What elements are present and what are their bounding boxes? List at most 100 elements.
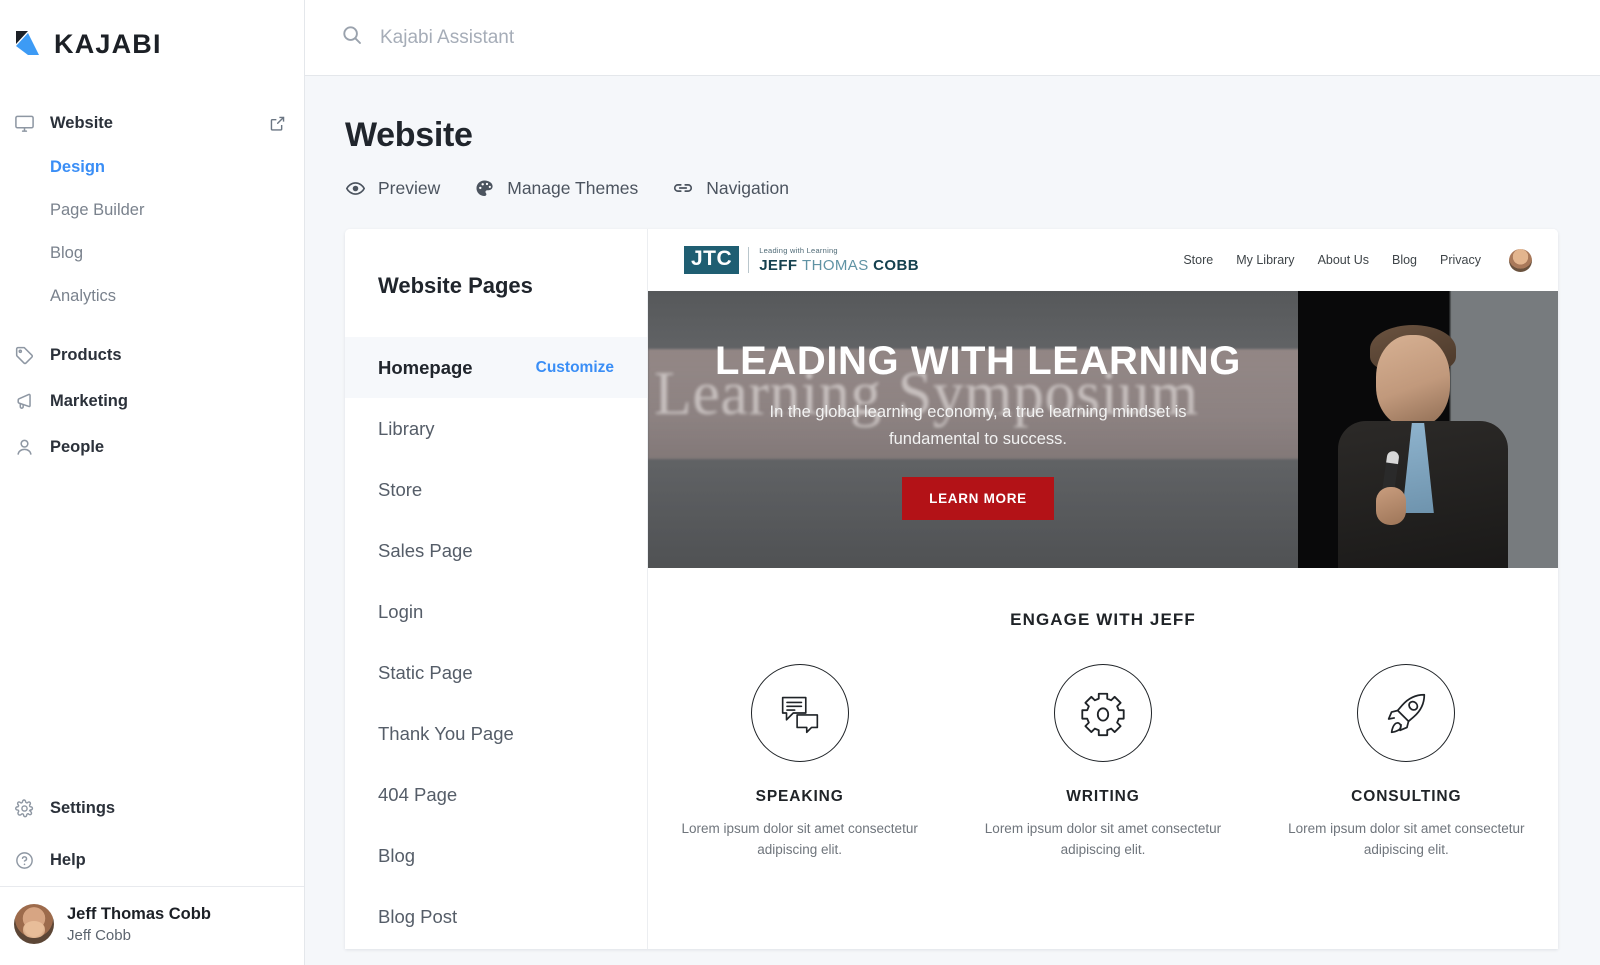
- hero-subtitle: In the global learning economy, a true l…: [769, 402, 1187, 448]
- gear-icon: [1053, 664, 1152, 762]
- person-icon: [14, 437, 40, 458]
- sidebar-item-people[interactable]: People: [0, 424, 304, 470]
- hero-title: LEADING WITH LEARNING: [715, 338, 1241, 383]
- action-label: Manage Themes: [507, 177, 639, 198]
- kajabi-k-logo-icon: [14, 29, 44, 59]
- page-item-store[interactable]: Store: [345, 459, 647, 520]
- learn-more-button[interactable]: LEARN MORE: [902, 477, 1054, 521]
- site-preview: JTC Leading with Learning JEFF THOMAS CO…: [648, 229, 1558, 949]
- tag-icon: [14, 345, 40, 366]
- brand-name: KAJABI: [54, 28, 162, 59]
- site-nav-blog[interactable]: Blog: [1392, 253, 1417, 267]
- page-item-library[interactable]: Library: [345, 398, 647, 459]
- page-item-404-page[interactable]: 404 Page: [345, 764, 647, 825]
- page-item-label: Homepage: [378, 356, 473, 378]
- page-item-sales-page[interactable]: Sales Page: [345, 520, 647, 581]
- sidebar-item-marketing[interactable]: Marketing: [0, 378, 304, 424]
- sidebar-footer-label: Help: [50, 850, 86, 869]
- site-logo-name-part1: JEFF: [759, 256, 803, 274]
- sidebar-subitem-label: Design: [50, 158, 106, 176]
- sidebar-item-label: People: [50, 437, 105, 456]
- site-logo-mark: JTC: [684, 246, 740, 274]
- sidebar-item-products[interactable]: Products: [0, 332, 304, 378]
- site-nav: Store My Library About Us Blog Privacy: [1183, 248, 1532, 272]
- link-icon: [672, 177, 694, 199]
- pages-panel-title: Website Pages: [378, 273, 533, 298]
- site-nav-privacy[interactable]: Privacy: [1440, 253, 1481, 267]
- page-actions: Preview Manage Themes Navigation: [345, 177, 1600, 199]
- engage-column-desc: Lorem ipsum dolor sit amet consectetur a…: [984, 821, 1222, 857]
- site-nav-about-us[interactable]: About Us: [1318, 253, 1369, 267]
- sidebar-item-website[interactable]: Website: [0, 100, 304, 146]
- sidebar-nav: Website Design Page Builder Blog Analyti…: [0, 70, 304, 470]
- preview-button[interactable]: Preview: [345, 178, 440, 199]
- hero-content: LEADING WITH LEARNING In the global lear…: [648, 291, 1558, 568]
- page-item-label: Blog: [378, 844, 416, 866]
- sidebar-item-help[interactable]: Help: [0, 834, 304, 886]
- engage-column-speaking: SPEAKING Lorem ipsum dolor sit amet cons…: [648, 664, 951, 861]
- topbar: [305, 0, 1600, 76]
- sidebar-footer-label: Settings: [50, 798, 116, 817]
- page-item-label: 404 Page: [378, 783, 458, 805]
- chat-bubbles-icon: [750, 664, 849, 762]
- engage-column-desc: Lorem ipsum dolor sit amet consectetur a…: [681, 821, 918, 857]
- sidebar-item-label: Website: [50, 113, 113, 132]
- page-title: Website: [345, 116, 473, 154]
- search-icon: [341, 24, 363, 51]
- external-link-icon[interactable]: [269, 115, 286, 132]
- engage-column-desc: Lorem ipsum dolor sit amet consectetur a…: [1288, 821, 1525, 857]
- site-logo-name: JEFF THOMAS COBB: [759, 258, 919, 273]
- page-item-label: Login: [378, 600, 424, 622]
- brand[interactable]: KAJABI: [0, 0, 304, 70]
- sidebar: KAJABI Website Design Page Builder Blog …: [0, 0, 305, 965]
- site-logo-name-part3: COBB: [873, 256, 919, 274]
- page-item-label: Blog Post: [378, 905, 458, 927]
- site-logo-text: Leading with Learning JEFF THOMAS COBB: [748, 247, 919, 273]
- navigation-button[interactable]: Navigation: [672, 177, 789, 199]
- site-header: JTC Leading with Learning JEFF THOMAS CO…: [648, 229, 1558, 291]
- site-user-avatar[interactable]: [1509, 248, 1532, 272]
- monitor-icon: [14, 113, 40, 134]
- sidebar-item-settings[interactable]: Settings: [0, 782, 304, 834]
- page-item-homepage[interactable]: Homepage Customize: [345, 337, 647, 398]
- engage-column-writing: WRITING Lorem ipsum dolor sit amet conse…: [951, 664, 1254, 861]
- sidebar-user-strip[interactable]: Jeff Thomas Cobb Jeff Cobb: [0, 886, 304, 965]
- website-card: Website Pages Homepage Customize Library…: [345, 229, 1558, 949]
- site-nav-store[interactable]: Store: [1183, 253, 1213, 267]
- page-item-blog-post[interactable]: Blog Post: [345, 886, 647, 947]
- page-item-login[interactable]: Login: [345, 581, 647, 642]
- sidebar-item-analytics[interactable]: Analytics: [0, 275, 304, 318]
- user-avatar: [14, 904, 54, 945]
- sidebar-item-blog[interactable]: Blog: [0, 232, 304, 275]
- sidebar-subitem-label: Analytics: [50, 287, 117, 305]
- manage-themes-button[interactable]: Manage Themes: [474, 178, 638, 199]
- sidebar-item-page-builder[interactable]: Page Builder: [0, 189, 304, 232]
- engage-columns: SPEAKING Lorem ipsum dolor sit amet cons…: [648, 664, 1558, 861]
- gear-icon: [14, 798, 40, 819]
- page-item-label: Library: [378, 417, 435, 439]
- main-area: Website Preview: [305, 0, 1600, 965]
- page-item-static-page[interactable]: Static Page: [345, 642, 647, 703]
- site-nav-my-library[interactable]: My Library: [1236, 253, 1294, 267]
- engage-column-title: SPEAKING: [755, 788, 844, 805]
- sidebar-footer: Settings Help Jeff Thomas Cobb Jeff Cobb: [0, 782, 304, 965]
- rocket-icon: [1357, 664, 1456, 762]
- action-label: Preview: [378, 177, 441, 198]
- user-name: Jeff Thomas Cobb: [67, 905, 211, 924]
- site-logo[interactable]: JTC Leading with Learning JEFF THOMAS CO…: [684, 246, 919, 274]
- engage-column-title: WRITING: [1066, 788, 1140, 805]
- page-item-thank-you-page[interactable]: Thank You Page: [345, 703, 647, 764]
- app-root: KAJABI Website Design Page Builder Blog …: [0, 0, 1600, 965]
- action-label: Navigation: [706, 177, 789, 198]
- engage-title: ENGAGE WITH JEFF: [1010, 610, 1196, 629]
- search-input[interactable]: [380, 26, 980, 49]
- search-bar[interactable]: [341, 24, 1600, 51]
- sidebar-item-design[interactable]: Design: [0, 146, 304, 189]
- sidebar-item-label: Marketing: [50, 391, 128, 410]
- page-item-blog[interactable]: Blog: [345, 825, 647, 886]
- user-site-name: Jeff Cobb: [67, 926, 131, 944]
- customize-link[interactable]: Customize: [536, 359, 614, 377]
- site-logo-tagline: Leading with Learning: [759, 246, 838, 256]
- sidebar-subitem-label: Blog: [50, 244, 84, 262]
- engage-section: ENGAGE WITH JEFF SPEAKING Lorem ipsum do…: [648, 568, 1558, 861]
